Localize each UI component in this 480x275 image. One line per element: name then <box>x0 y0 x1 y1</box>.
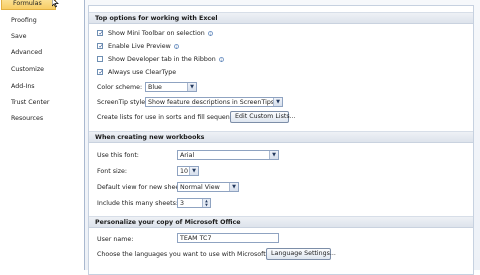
sidebar-item-label: Save <box>11 33 27 40</box>
sidebar-item-add-ins[interactable]: Add-Ins <box>0 80 84 93</box>
sidebar-item-save[interactable]: Save <box>0 30 84 43</box>
screentip-label: ScreenTip style: <box>97 99 148 106</box>
default-view-value: Normal View <box>180 184 220 191</box>
font-select[interactable]: Arial ▼ <box>177 150 279 160</box>
user-name-field[interactable]: TEAM TC7 <box>177 233 279 243</box>
chevron-down-icon: ▼ <box>269 151 278 159</box>
custom-lists-label: Create lists for use in sorts and fill s… <box>97 114 243 121</box>
section-header-top-options: Top options for working with Excel <box>89 12 473 24</box>
sidebar-item-customize[interactable]: Customize <box>0 63 84 76</box>
sidebar-item-label: Customize <box>11 66 45 73</box>
section-header-new-workbooks: When creating new workbooks <box>89 131 473 143</box>
chevron-down-icon: ▼ <box>187 83 196 91</box>
developer-tab-checkbox[interactable] <box>97 56 103 62</box>
font-size-label: Font size: <box>97 168 128 175</box>
user-name-label: User name: <box>97 236 134 243</box>
font-label: Use this font: <box>97 152 139 159</box>
mouse-pointer-icon <box>52 0 59 8</box>
mini-toolbar-checkbox[interactable]: ✓ <box>97 30 104 37</box>
chevron-down-icon: ▼ <box>229 183 238 191</box>
cleartype-label: Always use ClearType <box>108 69 177 76</box>
checkmark-icon: ✓ <box>98 43 104 50</box>
sidebar-item-formulas[interactable]: Formulas <box>1 0 56 10</box>
cleartype-checkbox[interactable]: ✓ <box>97 69 104 76</box>
options-sidebar: Formulas Proofing Save Advanced Customiz… <box>0 0 85 270</box>
sidebar-item-advanced[interactable]: Advanced <box>0 46 84 59</box>
font-value: Arial <box>180 152 195 159</box>
font-size-select[interactable]: 10 ▼ <box>177 166 199 176</box>
sidebar-item-label: Formulas <box>13 0 42 7</box>
color-scheme-select[interactable]: Blue ▼ <box>145 82 197 92</box>
info-icon: i <box>218 56 224 63</box>
sidebar-item-trust-center[interactable]: Trust Center <box>0 96 84 109</box>
checkmark-icon: ✓ <box>98 69 104 76</box>
screentip-value: Show feature descriptions in ScreenTips <box>148 99 275 106</box>
sidebar-item-resources[interactable]: Resources <box>0 112 84 125</box>
sidebar-item-label: Advanced <box>11 49 43 56</box>
default-view-select[interactable]: Normal View ▼ <box>177 182 239 192</box>
developer-tab-text: Show Developer tab in the Ribbon <box>108 56 216 63</box>
checkmark-icon: ✓ <box>98 30 104 37</box>
sidebar-item-proofing[interactable]: Proofing <box>0 14 84 27</box>
section-header-personalize: Personalize your copy of Microsoft Offic… <box>89 216 473 228</box>
chevron-down-icon: ▼ <box>189 167 198 175</box>
info-icon: i <box>207 30 213 37</box>
sidebar-item-label: Proofing <box>11 17 37 24</box>
live-preview-text: Enable Live Preview <box>108 43 171 50</box>
sidebar-item-label: Trust Center <box>11 99 50 106</box>
screentip-select[interactable]: Show feature descriptions in ScreenTips … <box>145 97 283 107</box>
options-main: Top options for working with Excel ✓ Sho… <box>85 0 480 275</box>
language-settings-button[interactable]: Language Settings... <box>266 248 336 260</box>
mini-toolbar-text: Show Mini Toolbar on selection <box>108 30 205 37</box>
sheets-value: 3 <box>180 200 185 207</box>
user-name-value: TEAM TC7 <box>180 235 212 242</box>
font-size-value: 10 <box>180 168 189 175</box>
languages-label: Choose the languages you want to use wit… <box>97 251 289 258</box>
color-scheme-value: Blue <box>148 84 162 91</box>
info-icon: i <box>173 43 179 50</box>
edit-custom-lists-button[interactable]: Edit Custom Lists... <box>230 111 296 123</box>
live-preview-checkbox[interactable]: ✓ <box>97 43 104 50</box>
live-preview-label: Enable Live Preview i <box>108 41 179 52</box>
sidebar-item-label: Add-Ins <box>11 83 35 90</box>
mini-toolbar-label: Show Mini Toolbar on selection i <box>108 28 213 39</box>
options-panel: Top options for working with Excel ✓ Sho… <box>88 5 474 275</box>
default-view-label: Default view for new sheets: <box>97 184 188 191</box>
sheets-label: Include this many sheets: <box>97 200 179 207</box>
chevron-down-icon[interactable]: ▼ <box>202 203 210 207</box>
color-scheme-label: Color scheme: <box>97 84 143 91</box>
developer-tab-label: Show Developer tab in the Ribbon i <box>108 54 224 65</box>
sidebar-item-label: Resources <box>11 115 44 122</box>
chevron-down-icon: ▼ <box>273 98 282 106</box>
sheets-stepper[interactable]: 3 ▲ ▼ <box>177 198 211 208</box>
